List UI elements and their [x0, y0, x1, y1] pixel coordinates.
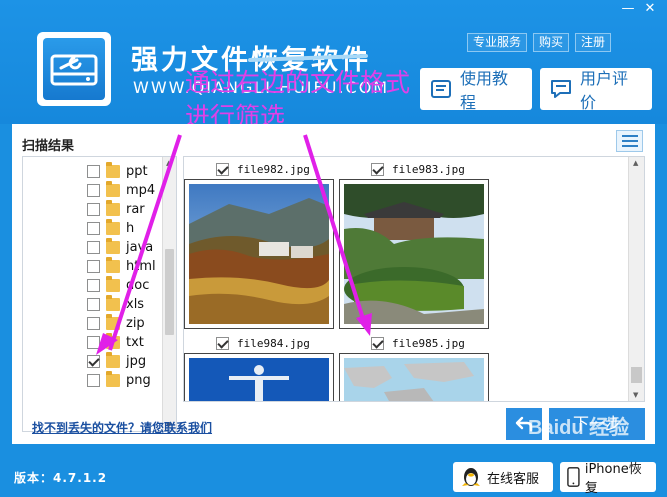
online-service-label: 在线客服: [487, 471, 540, 487]
phone-icon: [567, 467, 580, 487]
iphone-recovery-button[interactable]: iPhone恢复: [560, 462, 656, 496]
online-service-button[interactable]: 在线客服: [453, 462, 553, 492]
baidu-watermark: Baidu 经验: [528, 417, 630, 439]
version-label: 版本：4.7.1.2: [14, 471, 108, 485]
qq-penguin-icon: [462, 468, 480, 486]
iphone-recovery-label: iPhone恢复: [584, 462, 642, 496]
